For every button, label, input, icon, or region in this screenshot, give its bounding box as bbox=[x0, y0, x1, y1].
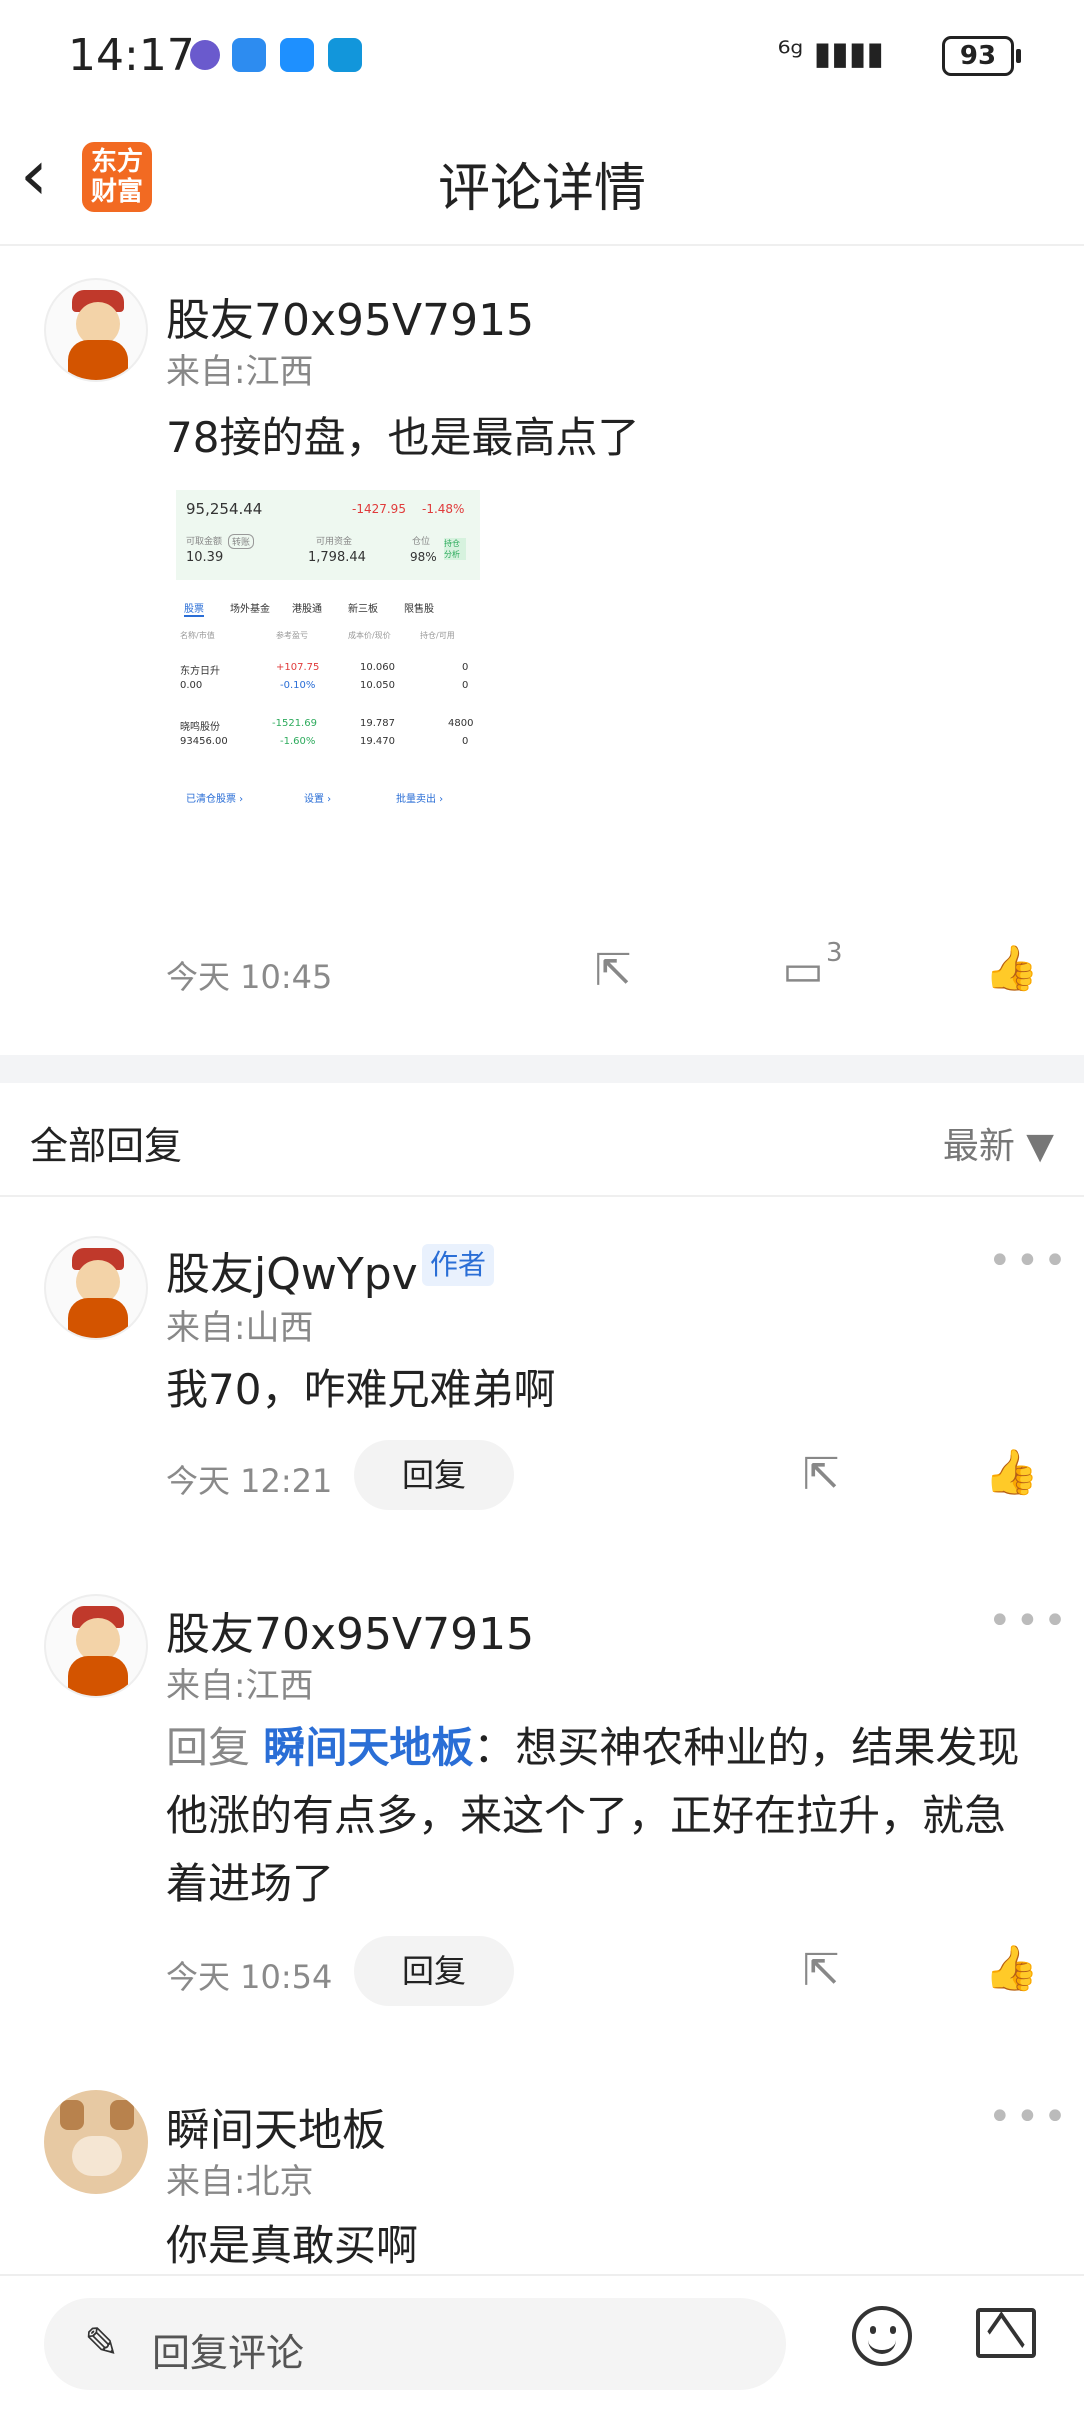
clock: 14:17 bbox=[68, 30, 195, 81]
notification-icon bbox=[190, 40, 220, 70]
post-content: 78接的盘，也是最高点了 bbox=[166, 413, 640, 462]
reply-location: 来自:江西 bbox=[166, 1666, 314, 1706]
section-separator bbox=[0, 1195, 1084, 1197]
reply-content: 你是真敢买啊 bbox=[166, 2221, 419, 2270]
reply-username[interactable]: 瞬间天地板 bbox=[166, 2094, 386, 2158]
share-icon[interactable]: ⇱ bbox=[588, 946, 638, 996]
comment-icon[interactable]: ▭ bbox=[778, 946, 828, 996]
reply-username[interactable]: 股友70x95V7915 bbox=[166, 1598, 534, 1662]
cloud-icon bbox=[328, 38, 362, 72]
reply-content: 回复 瞬间天地板：想买神农种业的，结果发现他涨的有点多，来这个了，正好在拉升，就… bbox=[166, 1714, 1046, 1918]
status-bar: 14:17 ⁶ᵍ ▮▮▮▮ 93 bbox=[0, 0, 1084, 110]
more-icon[interactable]: ••• bbox=[988, 1598, 1071, 1644]
sort-dropdown[interactable]: 最新 ▼ bbox=[943, 1117, 1054, 1169]
emoji-icon[interactable] bbox=[852, 2306, 912, 2366]
reply-input[interactable]: ✎ 回复评论 bbox=[44, 2298, 786, 2390]
reply-prefix: 回复 bbox=[166, 1723, 251, 1772]
avatar[interactable] bbox=[44, 1594, 148, 1698]
post-image[interactable]: 95,254.44 -1427.95 -1.48% 可取金额 转账 10.39 … bbox=[176, 490, 480, 820]
page-title: 评论详情 bbox=[437, 159, 646, 219]
like-icon[interactable]: 👍 bbox=[984, 1448, 1039, 1498]
reply-username[interactable]: 股友jQwYpv bbox=[166, 1238, 418, 1302]
pen-icon: ✎ bbox=[84, 2318, 120, 2367]
like-icon[interactable]: 👍 bbox=[984, 944, 1039, 994]
reply-content: 我70，咋难兄难弟啊 bbox=[166, 1365, 556, 1414]
avatar[interactable] bbox=[44, 278, 148, 382]
battery-icon: 93 bbox=[942, 36, 1021, 76]
reply-button[interactable]: 回复 bbox=[354, 1936, 514, 2006]
share-icon[interactable]: ⇱ bbox=[796, 1450, 846, 1500]
bottom-bar: ✎ 回复评论 bbox=[0, 2274, 1084, 2414]
post-username[interactable]: 股友70x95V7915 bbox=[166, 284, 534, 348]
page-header: ‹ 东方财富 评论详情 bbox=[0, 110, 1084, 246]
section-title: 全部回复 bbox=[30, 1124, 183, 1168]
post-location: 来自:江西 bbox=[166, 352, 314, 392]
like-icon[interactable]: 👍 bbox=[984, 1944, 1039, 1994]
more-icon[interactable]: ••• bbox=[988, 1238, 1071, 1284]
more-icon[interactable]: ••• bbox=[988, 2094, 1071, 2140]
comment-count: 3 bbox=[826, 938, 843, 968]
share-icon[interactable]: ⇱ bbox=[796, 1946, 846, 1996]
signal-icon: ⁶ᵍ ▮▮▮▮ bbox=[777, 34, 884, 72]
reply-placeholder: 回复评论 bbox=[152, 2331, 305, 2375]
reply-location: 来自:山西 bbox=[166, 1308, 314, 1348]
reply-to-user[interactable]: 瞬间天地板 bbox=[263, 1723, 473, 1772]
avatar[interactable] bbox=[44, 2090, 148, 2194]
weather-icon bbox=[232, 38, 266, 72]
post-time: 今天 10:45 bbox=[166, 958, 333, 996]
avatar[interactable] bbox=[44, 1236, 148, 1340]
reply-location: 来自:北京 bbox=[166, 2162, 314, 2202]
section-divider bbox=[0, 1055, 1084, 1083]
reply-time: 今天 10:54 bbox=[166, 1958, 333, 1996]
reply-time: 今天 12:21 bbox=[166, 1462, 333, 1500]
author-badge: 作者 bbox=[422, 1244, 495, 1286]
reply-button[interactable]: 回复 bbox=[354, 1440, 514, 1510]
search-app-icon bbox=[280, 38, 314, 72]
image-icon[interactable] bbox=[976, 2308, 1036, 2358]
